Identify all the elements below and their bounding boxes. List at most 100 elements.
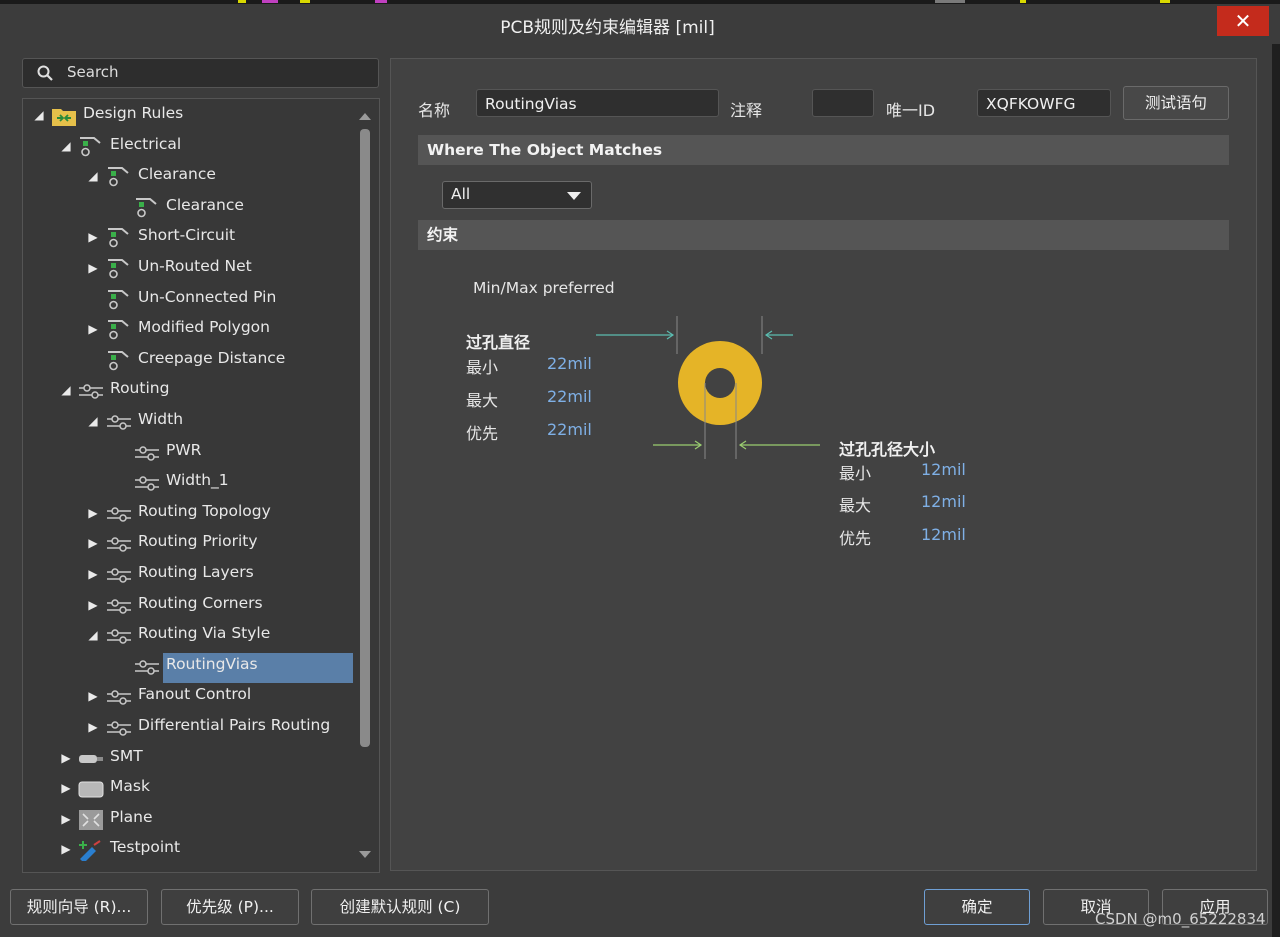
tree-item-width[interactable]: ◢ Width — [23, 408, 358, 436]
search-icon — [37, 65, 53, 81]
test-query-button[interactable]: 测试语句 — [1123, 86, 1229, 120]
via-diameter-max-value[interactable]: 22mil — [547, 387, 592, 406]
collapse-arrow-icon[interactable]: ◢ — [60, 382, 72, 398]
tree-item-routingvias[interactable]: RoutingVias — [23, 652, 358, 683]
routing-rule-icon — [134, 656, 160, 678]
tree-item-label: Routing Priority — [138, 532, 258, 551]
tree-item-differential-pairs-routing[interactable]: ▶ Differential Pairs Routing — [23, 714, 358, 742]
expand-arrow-icon[interactable]: ▶ — [87, 505, 99, 521]
tree-item-label: Short-Circuit — [138, 226, 236, 245]
tree-item-testpoint[interactable]: ▶ Testpoint — [23, 836, 358, 864]
via-diameter-title: 过孔直径 — [466, 333, 531, 352]
tree-item-un-connected-pin[interactable]: Un-Connected Pin — [23, 286, 358, 314]
plane-rule-icon — [78, 809, 104, 831]
rules-tree[interactable]: ◢ Design Rules ◢ Electrical ◢ Clearance Cleara… — [22, 98, 380, 873]
tree-item-label: Un-Connected Pin — [138, 287, 277, 306]
tree-item-label: Routing Via Style — [138, 624, 271, 643]
tree-item-fanout-control[interactable]: ▶ Fanout Control — [23, 683, 358, 711]
close-button[interactable]: ✕ — [1217, 6, 1269, 36]
unique-id-label: 唯一ID — [886, 101, 936, 120]
rule-wizard-button[interactable]: 规则向导 (R)... — [10, 889, 148, 925]
tree-item-routing[interactable]: ◢ Routing — [23, 377, 358, 405]
collapse-arrow-icon[interactable]: ◢ — [87, 413, 99, 429]
unique-id-field[interactable]: XQFKOWFG — [977, 89, 1111, 117]
expand-arrow-icon[interactable]: ▶ — [60, 750, 72, 766]
collapse-arrow-icon[interactable]: ◢ — [87, 168, 99, 184]
hole-size-max-value[interactable]: 12mil — [921, 492, 966, 511]
scroll-up-icon[interactable] — [359, 113, 371, 120]
tree-item-width-1[interactable]: Width_1 — [23, 469, 358, 497]
via-diameter-pref-label: 优先 — [466, 424, 499, 443]
rules-folder-icon — [51, 105, 77, 127]
scroll-down-icon[interactable] — [359, 851, 371, 858]
create-default-rules-button[interactable]: 创建默认规则 (C) — [311, 889, 489, 925]
ok-button[interactable]: 确定 — [924, 889, 1030, 925]
tree-item-routing-layers[interactable]: ▶ Routing Layers — [23, 561, 358, 589]
comment-label: 注释 — [730, 101, 763, 120]
title-bar: PCB规则及约束编辑器 [mil] ✕ — [0, 4, 1280, 44]
scroll-thumb[interactable] — [360, 129, 370, 747]
tree-item-label: Routing Layers — [138, 563, 254, 581]
routing-rule-icon — [134, 442, 160, 464]
via-diameter-min-value[interactable]: 22mil — [547, 354, 592, 373]
collapse-arrow-icon[interactable]: ◢ — [60, 138, 72, 154]
via-diameter-pref-value[interactable]: 22mil — [547, 420, 592, 439]
tree-item-pwr[interactable]: PWR — [23, 439, 358, 467]
constraints-section-header: 约束 — [418, 220, 1229, 250]
hole-size-min-value[interactable]: 12mil — [921, 460, 966, 479]
rule-detail-panel: 名称 RoutingVias 注释 唯一ID XQFKOWFG 测试语句 Whe… — [390, 58, 1257, 871]
tree-item-label: Mask — [110, 777, 150, 796]
expand-arrow-icon[interactable]: ▶ — [87, 719, 99, 735]
tree-item-clearance[interactable]: ◢ Clearance — [23, 163, 358, 191]
tree-item-mask[interactable]: ▶ Mask — [23, 775, 358, 803]
tree-item-routing-corners[interactable]: ▶ Routing Corners — [23, 592, 358, 620]
via-hole-shape — [705, 368, 735, 398]
via-diameter-min-label: 最小 — [466, 358, 499, 377]
tree-item-routing-priority[interactable]: ▶ Routing Priority — [23, 530, 358, 558]
routing-rule-icon — [106, 625, 132, 647]
hole-size-pref-value[interactable]: 12mil — [921, 525, 966, 544]
priority-button[interactable]: 优先级 (P)... — [161, 889, 299, 925]
routing-rule-icon — [106, 503, 132, 525]
comment-field[interactable] — [812, 89, 874, 117]
tree-item-clearance[interactable]: Clearance — [23, 194, 358, 222]
tree-item-label: Plane — [110, 807, 153, 826]
tree-item-modified-polygon[interactable]: ▶ Modified Polygon — [23, 316, 358, 344]
tree-item-short-circuit[interactable]: ▶ Short-Circuit — [23, 224, 358, 252]
expand-arrow-icon[interactable]: ▶ — [60, 780, 72, 796]
expand-arrow-icon[interactable]: ▶ — [87, 321, 99, 337]
watermark-text: CSDN @m0_65222834 — [1095, 910, 1266, 928]
scope-select[interactable]: All — [442, 181, 592, 209]
tree-item-label: Clearance — [138, 165, 216, 184]
expand-arrow-icon[interactable]: ▶ — [87, 260, 99, 276]
tree-item-label: Design Rules — [83, 104, 184, 122]
expand-arrow-icon[interactable]: ▶ — [87, 229, 99, 245]
tree-item-label: Differential Pairs Routing — [138, 716, 331, 734]
search-input[interactable]: Search — [22, 58, 379, 88]
tree-item-smt[interactable]: ▶ SMT — [23, 745, 358, 773]
collapse-arrow-icon[interactable]: ◢ — [87, 627, 99, 643]
tree-item-routing-via-style[interactable]: ◢ Routing Via Style — [23, 622, 358, 650]
window-title: PCB规则及约束编辑器 [mil] — [500, 18, 715, 38]
tree-item-electrical[interactable]: ◢ Electrical — [23, 133, 358, 161]
tree-item-design-rules[interactable]: ◢ Design Rules — [23, 102, 358, 130]
electrical-rule-icon — [106, 289, 132, 311]
tree-item-un-routed-net[interactable]: ▶ Un-Routed Net — [23, 255, 358, 283]
expand-arrow-icon[interactable]: ▶ — [87, 597, 99, 613]
expand-arrow-icon[interactable]: ▶ — [87, 688, 99, 704]
testpoint-rule-icon — [78, 839, 104, 864]
expand-arrow-icon[interactable]: ▶ — [87, 535, 99, 551]
tree-item-routing-topology[interactable]: ▶ Routing Topology — [23, 500, 358, 528]
collapse-arrow-icon[interactable]: ◢ — [33, 107, 45, 123]
tree-item-plane[interactable]: ▶ Plane — [23, 806, 358, 834]
tree-item-creepage-distance[interactable]: Creepage Distance — [23, 347, 358, 375]
name-field[interactable]: RoutingVias — [476, 89, 719, 117]
routing-rule-icon — [106, 564, 132, 586]
tree-item-label: Routing Corners — [138, 593, 263, 612]
routing-rule-icon — [106, 533, 132, 555]
expand-arrow-icon[interactable]: ▶ — [60, 811, 72, 827]
expand-arrow-icon[interactable]: ▶ — [87, 566, 99, 582]
expand-arrow-icon[interactable]: ▶ — [60, 841, 72, 857]
hole-size-max-label: 最大 — [839, 496, 872, 515]
tree-scrollbar[interactable] — [356, 99, 378, 870]
